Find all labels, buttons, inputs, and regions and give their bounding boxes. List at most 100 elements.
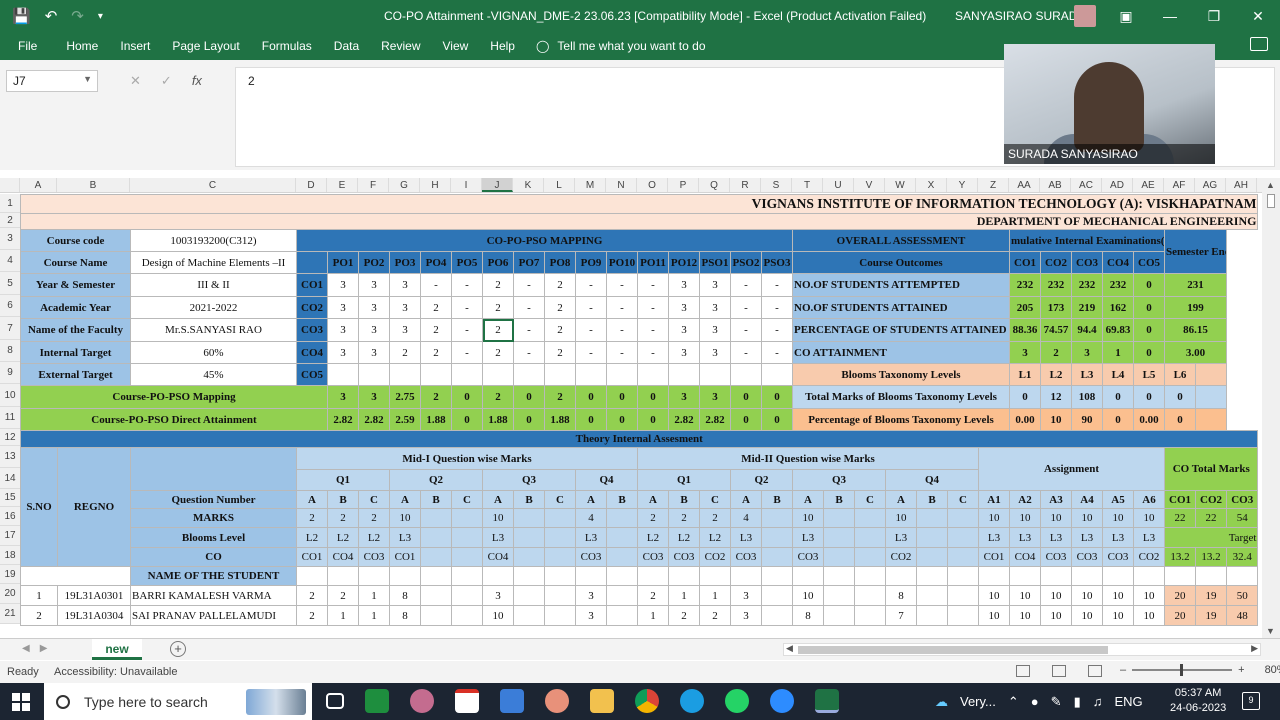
sheet-nav-icons[interactable]: ◀▶: [22, 643, 57, 654]
student-mark[interactable]: 1: [699, 585, 731, 606]
direct-attainment-value[interactable]: 1.88: [482, 408, 514, 431]
question-group[interactable]: Q1: [637, 469, 731, 491]
column-header-ab[interactable]: AB: [1040, 178, 1071, 192]
student-mark[interactable]: 50: [1225, 585, 1259, 606]
column-header-f[interactable]: F: [358, 178, 389, 192]
column-header-i[interactable]: I: [451, 178, 482, 192]
direct-attainment-value[interactable]: 1.88: [544, 408, 576, 431]
see-title[interactable]: Semester End Examinations (SEE): [1164, 229, 1227, 274]
row-header-21[interactable]: 21: [0, 604, 20, 624]
column-header-b[interactable]: B: [57, 178, 130, 192]
institute-title[interactable]: VIGNANS INSTITUTE OF INFORMATION TECHNOL…: [20, 194, 1259, 214]
question-cell[interactable]: L3: [1102, 527, 1134, 548]
mapping-cell[interactable]: 2: [389, 341, 421, 364]
overall-value[interactable]: 1: [1102, 341, 1134, 364]
question-cell[interactable]: L2: [327, 527, 359, 548]
course-mapping-value[interactable]: 0: [575, 385, 607, 409]
column-header-c[interactable]: C: [130, 178, 296, 192]
question-group[interactable]: Q2: [730, 469, 793, 491]
question-cell[interactable]: B: [761, 490, 793, 509]
undo-icon[interactable]: ↶: [45, 7, 58, 25]
row-header-3[interactable]: 3: [0, 228, 20, 250]
add-sheet-icon[interactable]: +: [170, 641, 186, 657]
mapping-cell[interactable]: [358, 363, 390, 386]
blooms-label[interactable]: Blooms Taxonomy Levels: [792, 363, 1010, 386]
mapping-cell[interactable]: 3: [389, 296, 421, 319]
blooms-pct[interactable]: 90: [1071, 408, 1103, 431]
mapping-cell[interactable]: 3: [358, 296, 390, 319]
mapping-cell[interactable]: 3: [668, 318, 700, 342]
student-mark[interactable]: 2: [296, 605, 328, 626]
tell-me-search[interactable]: ◯ Tell me what you want to do: [526, 39, 706, 53]
scroll-down-icon[interactable]: ▼: [1266, 626, 1275, 636]
pen-icon[interactable]: ✎: [1051, 694, 1062, 710]
course-mapping-value[interactable]: 3: [699, 385, 731, 409]
overall-row-label[interactable]: NO.OF STUDENTS ATTAINED: [792, 296, 1010, 319]
question-cell[interactable]: [947, 508, 979, 528]
student-mark[interactable]: 10: [482, 605, 514, 626]
mapping-cell[interactable]: -: [730, 273, 762, 297]
direct-attainment-value[interactable]: 2.82: [699, 408, 731, 431]
question-cell[interactable]: 4: [730, 508, 762, 528]
student-mark[interactable]: 1: [358, 585, 390, 606]
zoom-out-icon[interactable]: –: [1120, 664, 1126, 676]
mapping-cell[interactable]: -: [575, 341, 607, 364]
mapping-cell[interactable]: [668, 363, 700, 386]
blooms-pct[interactable]: 0: [1102, 408, 1134, 431]
student-mark[interactable]: [916, 605, 948, 626]
overall-value[interactable]: 94.4: [1071, 318, 1103, 342]
column-header-v[interactable]: V: [854, 178, 885, 192]
sheet-grid[interactable]: VIGNANS INSTITUTE OF INFORMATION TECHNOL…: [20, 194, 1260, 634]
po-header-po2[interactable]: PO2: [358, 251, 390, 274]
question-cell[interactable]: 10: [885, 508, 917, 528]
file-explorer-icon[interactable]: [590, 689, 614, 713]
mapping-cell[interactable]: -: [606, 273, 638, 297]
student-mark[interactable]: [513, 605, 545, 626]
mapping-cell[interactable]: 2: [482, 296, 514, 319]
mapping-cell[interactable]: 3: [389, 273, 421, 297]
question-cell[interactable]: C: [854, 490, 886, 509]
mapping-cell[interactable]: [420, 363, 452, 386]
column-header-x[interactable]: X: [916, 178, 947, 192]
student-mark[interactable]: [823, 605, 855, 626]
mapping-cell[interactable]: 3: [668, 296, 700, 319]
course-info-label[interactable]: Course code: [20, 229, 131, 252]
question-cell[interactable]: [606, 508, 638, 528]
question-cell[interactable]: 10: [1071, 508, 1103, 528]
mapping-cell[interactable]: 3: [668, 341, 700, 364]
po-header-po7[interactable]: PO7: [513, 251, 545, 274]
mapping-cell[interactable]: [606, 363, 638, 386]
po-header-po5[interactable]: PO5: [451, 251, 483, 274]
question-cell[interactable]: 10: [1040, 508, 1072, 528]
row-header-13[interactable]: 13: [0, 446, 20, 468]
student-mark[interactable]: [761, 585, 793, 606]
confirm-entry-icon[interactable]: ✓: [161, 70, 172, 92]
column-header-r[interactable]: R: [730, 178, 761, 192]
po-header-po1[interactable]: PO1: [327, 251, 359, 274]
mapping-cell[interactable]: 3: [327, 341, 359, 364]
ribbon-tab-view[interactable]: View: [432, 32, 480, 60]
blooms-mark[interactable]: 0: [1009, 385, 1041, 409]
avatar[interactable]: [1074, 5, 1096, 27]
mapping-cell[interactable]: -: [730, 341, 762, 364]
column-header-ac[interactable]: AC: [1071, 178, 1102, 192]
student-mark[interactable]: 3: [730, 605, 762, 626]
po-header-po6[interactable]: PO6: [482, 251, 514, 274]
row-label[interactable]: Blooms Level: [130, 527, 297, 548]
column-header-w[interactable]: W: [885, 178, 916, 192]
blooms-mark[interactable]: 108: [1071, 385, 1103, 409]
student-name[interactable]: SAI PRANAV PALLELAMUDI: [130, 605, 297, 626]
app-icon-peach[interactable]: [545, 689, 569, 713]
co-header[interactable]: CO2: [1040, 251, 1072, 274]
overall-row-label[interactable]: CO ATTAINMENT: [792, 341, 1010, 364]
regno-header[interactable]: REGNO: [57, 447, 131, 567]
co-header[interactable]: CO4: [1102, 251, 1134, 274]
column-header-y[interactable]: Y: [947, 178, 978, 192]
co-label[interactable]: CO3: [296, 318, 328, 342]
question-cell[interactable]: A: [575, 490, 607, 509]
student-mark[interactable]: [544, 585, 576, 606]
question-cell[interactable]: 10: [1133, 508, 1165, 528]
mapping-cell[interactable]: 3: [327, 318, 359, 342]
question-cell[interactable]: A5: [1102, 490, 1134, 509]
po-header-pso2[interactable]: PSO2: [730, 251, 762, 274]
